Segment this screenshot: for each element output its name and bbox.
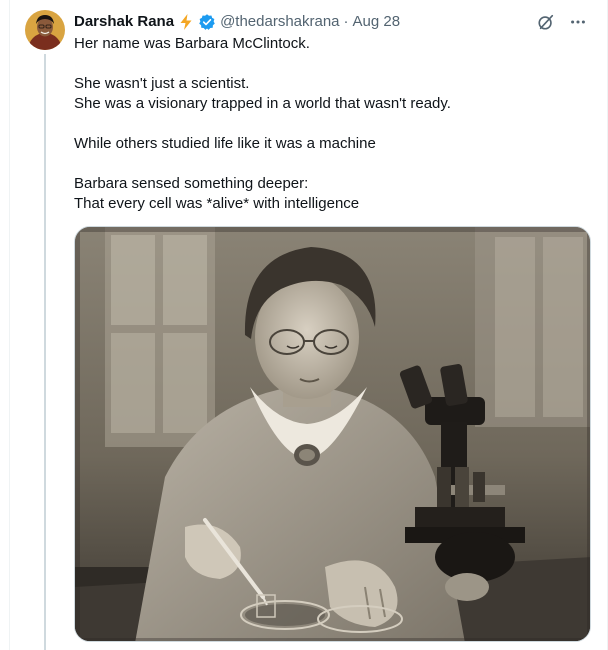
tweet-line: While others studied life like it was a … <box>74 135 376 152</box>
verified-badge-icon[interactable] <box>198 13 216 31</box>
author-handle[interactable]: @thedarshakrana <box>220 12 339 32</box>
photo-icon <box>75 227 590 641</box>
tweet-date[interactable]: Aug 28 <box>353 12 401 32</box>
tweet-line: Barbara sensed something deeper: <box>74 175 309 192</box>
author-avatar[interactable] <box>25 10 65 50</box>
thread-connector-line <box>44 54 46 650</box>
more-icon[interactable] <box>568 12 588 32</box>
grok-icon[interactable] <box>536 12 556 32</box>
avatar-image <box>25 10 65 50</box>
header-actions <box>536 10 588 34</box>
author-display-name[interactable]: Darshak Rana <box>74 12 174 32</box>
tweet-body: Her name was Barbara McClintock. She was… <box>74 34 574 214</box>
tweet-line: That every cell was *alive* with intelli… <box>74 195 360 212</box>
tweet-photo[interactable] <box>74 226 591 642</box>
frame-left-border <box>9 0 10 650</box>
tweet-line: She was a visionary trapped in a world t… <box>74 95 451 112</box>
tweet-header: Darshak Rana @thedarshakrana · Aug 28 <box>74 10 588 34</box>
lightning-icon <box>177 13 195 31</box>
header-separator: · <box>343 13 349 30</box>
tweet-line: Her name was Barbara McClintock. <box>74 35 310 52</box>
tweet-line: She wasn't just a scientist. <box>74 75 250 92</box>
